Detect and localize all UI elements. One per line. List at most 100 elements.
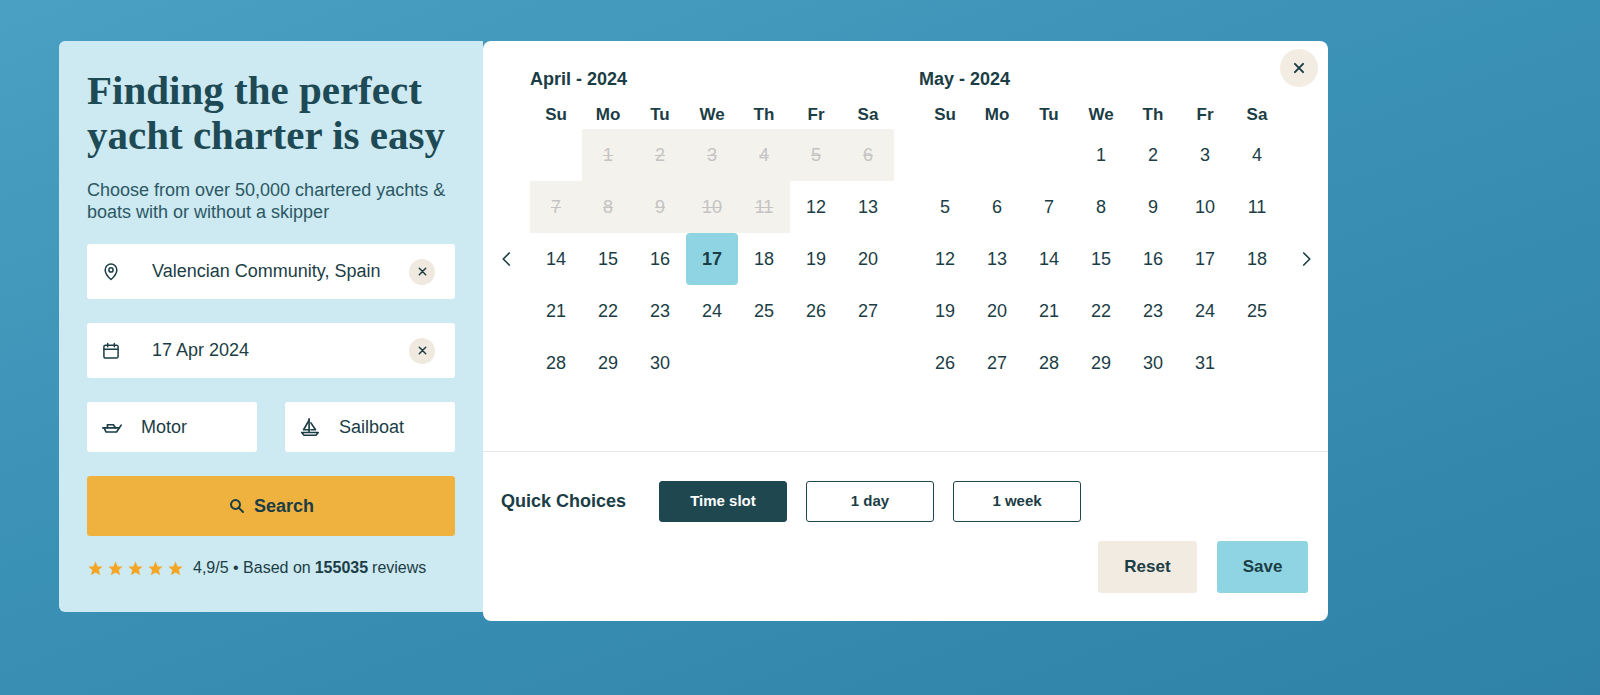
location-value[interactable]: Valencian Community, Spain — [152, 258, 403, 285]
day-cell[interactable]: 24 — [686, 285, 738, 337]
day-cell[interactable]: 25 — [1231, 285, 1283, 337]
day-number[interactable]: 15 — [598, 246, 618, 273]
day-button[interactable]: 25 — [1231, 285, 1283, 337]
day-cell[interactable]: 30 — [634, 337, 686, 389]
day-number[interactable]: 13 — [858, 194, 878, 221]
boat-type-button[interactable]: Sailboat — [285, 402, 455, 452]
day-number[interactable]: 7 — [1044, 194, 1054, 221]
day-number[interactable]: 24 — [1195, 298, 1215, 325]
day-button[interactable]: 26 — [790, 285, 842, 337]
day-number[interactable]: 18 — [754, 246, 774, 273]
day-button[interactable]: 5 — [919, 181, 971, 233]
day-number[interactable]: 12 — [935, 246, 955, 273]
day-number[interactable]: 25 — [754, 298, 774, 325]
day-button[interactable]: 2 — [1127, 129, 1179, 181]
day-cell[interactable]: 22 — [1075, 285, 1127, 337]
day-button[interactable]: 15 — [582, 233, 634, 285]
day-cell[interactable]: 25 — [738, 285, 790, 337]
quick-choice-button[interactable]: Time slot — [659, 481, 787, 522]
day-button[interactable]: 3 — [1179, 129, 1231, 181]
day-button[interactable]: 30 — [634, 337, 686, 389]
day-cell[interactable]: 28 — [530, 337, 582, 389]
button-label[interactable]: Reset — [1124, 554, 1170, 580]
day-button[interactable]: 21 — [1023, 285, 1075, 337]
date-field[interactable]: 17 Apr 2024 — [87, 323, 455, 378]
day-cell[interactable]: 3 — [1179, 129, 1231, 181]
day-button[interactable]: 4 — [1231, 129, 1283, 181]
day-number[interactable]: 20 — [987, 298, 1007, 325]
day-cell[interactable]: 22 — [582, 285, 634, 337]
day-cell[interactable]: 23 — [1127, 285, 1179, 337]
search-label[interactable]: Search — [254, 493, 314, 520]
day-number[interactable]: 16 — [650, 246, 670, 273]
day-number[interactable]: 1 — [1096, 142, 1106, 169]
search-button[interactable]: Search — [87, 476, 455, 536]
day-cell[interactable]: 28 — [1023, 337, 1075, 389]
day-number[interactable]: 9 — [1148, 194, 1158, 221]
day-cell[interactable]: 13 — [971, 233, 1023, 285]
day-number[interactable]: 10 — [1195, 194, 1215, 221]
day-number[interactable]: 2 — [1148, 142, 1158, 169]
day-cell[interactable]: 16 — [1127, 233, 1179, 285]
day-cell[interactable]: 8 — [1075, 181, 1127, 233]
day-cell[interactable]: 19 — [790, 233, 842, 285]
day-cell[interactable]: 14 — [530, 233, 582, 285]
day-number[interactable]: 27 — [858, 298, 878, 325]
day-number[interactable]: 30 — [1143, 350, 1163, 377]
day-button[interactable]: 16 — [1127, 233, 1179, 285]
day-number[interactable]: 28 — [546, 350, 566, 377]
day-button[interactable]: 19 — [919, 285, 971, 337]
clear-date-button[interactable] — [409, 338, 435, 364]
day-number[interactable]: 19 — [806, 246, 826, 273]
close-button[interactable] — [1280, 49, 1318, 87]
day-cell[interactable]: 29 — [582, 337, 634, 389]
day-cell[interactable]: 26 — [790, 285, 842, 337]
day-number[interactable]: 23 — [1143, 298, 1163, 325]
day-number[interactable]: 15 — [1091, 246, 1111, 273]
boat-type-label[interactable]: Motor — [141, 414, 187, 441]
day-button[interactable]: 16 — [634, 233, 686, 285]
day-number[interactable]: 20 — [858, 246, 878, 273]
day-number[interactable]: 17 — [702, 246, 722, 273]
day-number[interactable]: 22 — [1091, 298, 1111, 325]
day-button[interactable]: 20 — [842, 233, 894, 285]
day-number[interactable]: 16 — [1143, 246, 1163, 273]
day-number[interactable]: 29 — [1091, 350, 1111, 377]
day-cell[interactable]: 14 — [1023, 233, 1075, 285]
day-cell[interactable]: 7 — [1023, 181, 1075, 233]
day-cell[interactable]: 15 — [582, 233, 634, 285]
day-cell[interactable]: 27 — [971, 337, 1023, 389]
day-number[interactable]: 8 — [1096, 194, 1106, 221]
day-cell[interactable]: 16 — [634, 233, 686, 285]
day-cell[interactable]: 17 — [1179, 233, 1231, 285]
day-cell[interactable]: 26 — [919, 337, 971, 389]
quick-choice-button[interactable]: 1 week — [953, 481, 1081, 522]
day-button[interactable]: 17 — [1179, 233, 1231, 285]
day-number[interactable]: 23 — [650, 298, 670, 325]
day-button[interactable]: 18 — [738, 233, 790, 285]
day-cell[interactable]: 17 — [686, 233, 738, 285]
day-button[interactable]: 29 — [582, 337, 634, 389]
save-button[interactable]: Save — [1217, 541, 1308, 593]
day-cell[interactable]: 11 — [1231, 181, 1283, 233]
day-cell[interactable]: 29 — [1075, 337, 1127, 389]
quick-choice-label[interactable]: 1 day — [851, 490, 889, 513]
day-number[interactable]: 28 — [1039, 350, 1059, 377]
day-button[interactable]: 22 — [582, 285, 634, 337]
day-button[interactable]: 28 — [1023, 337, 1075, 389]
day-button[interactable]: 24 — [686, 285, 738, 337]
day-number[interactable]: 22 — [598, 298, 618, 325]
day-button[interactable]: 26 — [919, 337, 971, 389]
day-number[interactable]: 6 — [992, 194, 1002, 221]
day-number[interactable]: 13 — [987, 246, 1007, 273]
date-value[interactable]: 17 Apr 2024 — [152, 337, 403, 364]
day-cell[interactable]: 12 — [790, 181, 842, 233]
day-button[interactable]: 29 — [1075, 337, 1127, 389]
next-month-button[interactable] — [1295, 248, 1317, 270]
day-button[interactable]: 8 — [1075, 181, 1127, 233]
clear-location-button[interactable] — [409, 259, 435, 285]
day-cell[interactable]: 1 — [1075, 129, 1127, 181]
day-cell[interactable]: 9 — [1127, 181, 1179, 233]
day-number[interactable]: 21 — [546, 298, 566, 325]
day-cell[interactable]: 20 — [971, 285, 1023, 337]
